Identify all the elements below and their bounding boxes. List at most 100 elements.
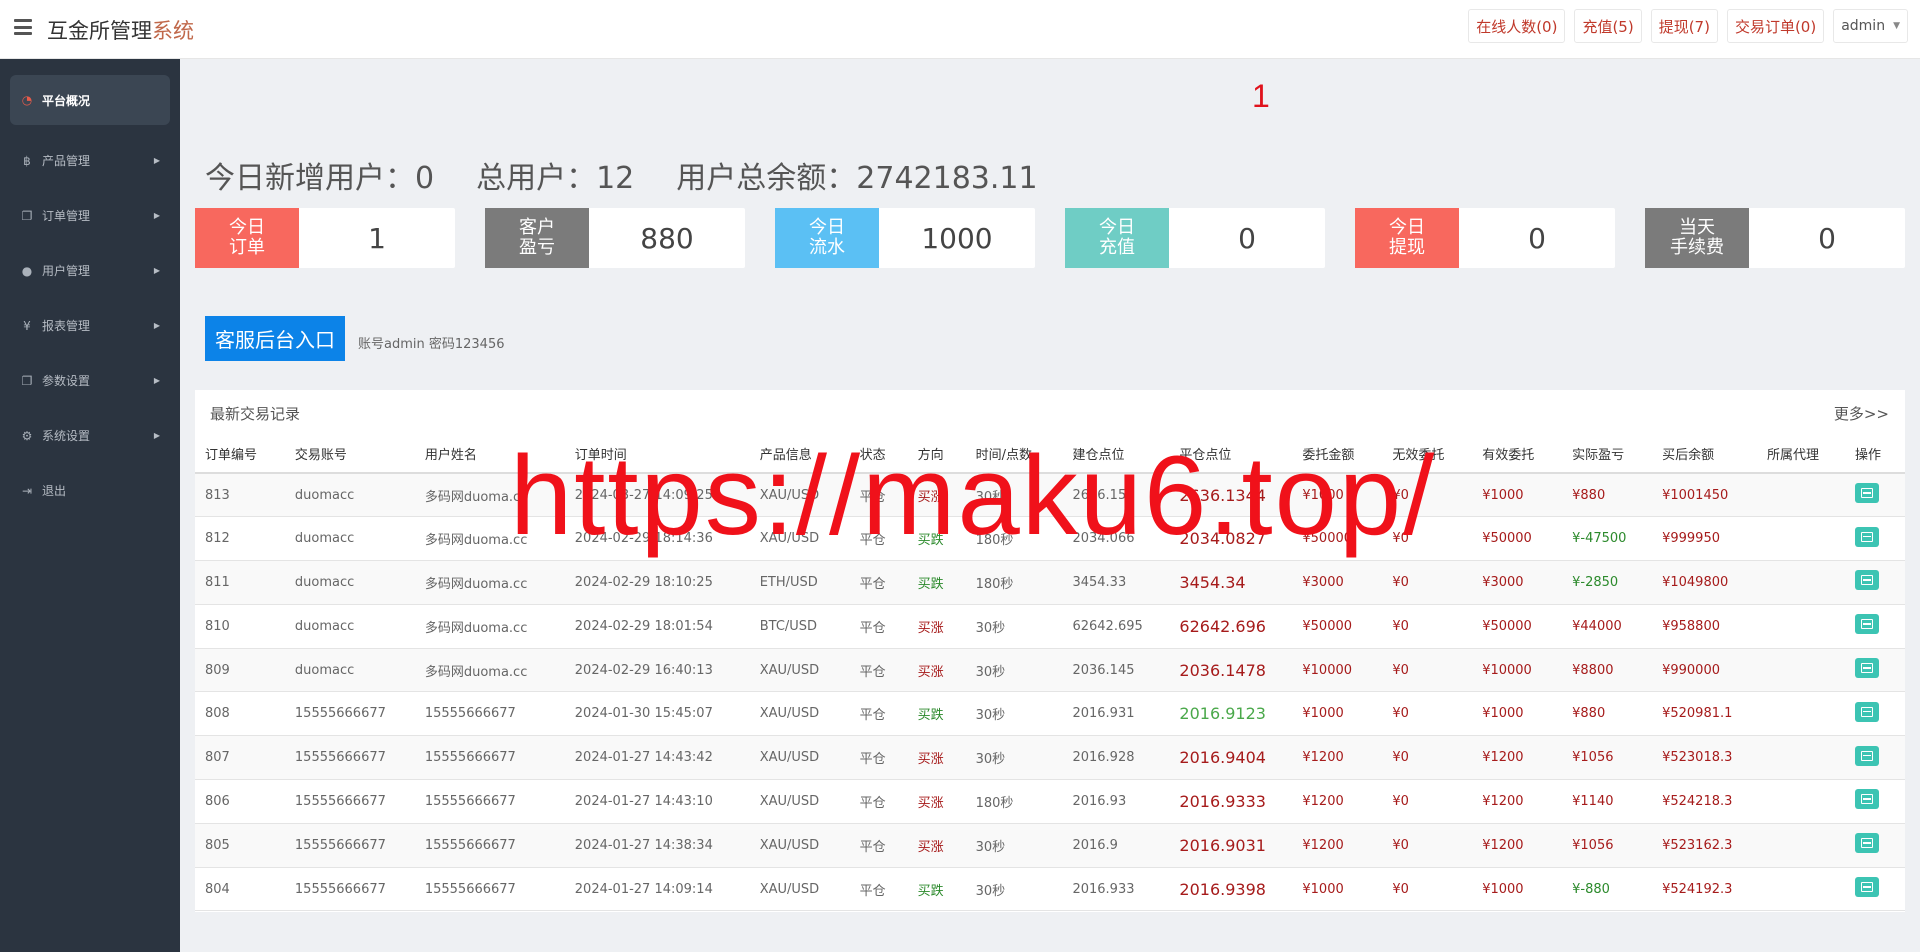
stat-card-fee: 当天 手续费 0: [1645, 208, 1905, 268]
table-cell: 812: [195, 516, 285, 562]
withdraw-button[interactable]: 提现(7): [1650, 9, 1718, 43]
view-detail-icon[interactable]: [1854, 614, 1879, 635]
panel-title: 最新交易记录: [210, 405, 301, 423]
table-cell: [1844, 691, 1905, 737]
table-cell: ¥0: [1382, 604, 1473, 649]
table-cell: duomacc: [284, 648, 415, 693]
bitcoin-icon: ฿: [23, 153, 31, 168]
view-detail-icon[interactable]: [1854, 833, 1879, 854]
sidebar-item-orders[interactable]: ❐ 订单管理 ▶: [0, 188, 180, 243]
table-cell: [1844, 473, 1905, 518]
user-icon: ●: [21, 263, 33, 278]
sidebar-item-products[interactable]: ฿ 产品管理 ▶: [0, 133, 180, 188]
view-detail-icon[interactable]: [1854, 701, 1879, 722]
trade-orders-button[interactable]: 交易订单(0): [1726, 9, 1825, 43]
column-header: 有效委托: [1472, 435, 1563, 474]
sidebar-item-system[interactable]: ⚙ 系统设置 ▶: [0, 408, 180, 463]
total-balance: 用户总余额：2742183.11: [676, 161, 1038, 196]
brand-main: 互金所管理: [47, 19, 152, 43]
table-cell: ¥10000: [1472, 648, 1563, 693]
table-cell: [1757, 779, 1845, 824]
table-cell: [1757, 823, 1845, 868]
table-cell: ¥524218.3: [1652, 779, 1758, 824]
table-cell: [1757, 560, 1845, 605]
table-cell: ¥880: [1562, 473, 1653, 518]
table-cell: 买涨: [907, 735, 966, 781]
total-users: 总用户：12: [476, 161, 635, 196]
stat-value: 0: [1818, 221, 1836, 255]
stat-value: 1000: [921, 221, 993, 255]
table-cell: 平仓: [849, 560, 908, 605]
stat-label: 今日 流水: [775, 208, 879, 268]
menu-icon[interactable]: [14, 19, 32, 35]
sidebar-item-logout[interactable]: ⇥ 退出: [0, 463, 180, 518]
view-detail-icon[interactable]: [1854, 483, 1879, 504]
view-detail-icon[interactable]: [1854, 745, 1879, 766]
table-cell: ¥50000: [1472, 604, 1563, 649]
column-header: 实际盈亏: [1562, 435, 1653, 474]
table-cell: XAU/USD: [749, 691, 850, 737]
more-link[interactable]: 更多>>: [1834, 403, 1889, 424]
customer-service-button[interactable]: 客服后台入口: [205, 316, 345, 361]
table-cell: 3454.33: [1062, 560, 1170, 605]
table-cell: ¥1056: [1562, 823, 1653, 868]
table-cell: ¥1200: [1292, 735, 1383, 781]
table-cell: 2016.9: [1062, 823, 1170, 868]
view-detail-icon[interactable]: [1854, 877, 1879, 898]
table-cell: 30秒: [965, 735, 1063, 781]
table-row: 806 15555666677 15555666677 2024-01-27 14:4…: [195, 779, 1905, 824]
view-detail-icon[interactable]: [1854, 789, 1879, 810]
table-cell: ¥0: [1382, 867, 1473, 912]
view-detail-icon[interactable]: [1854, 658, 1879, 679]
view-detail-icon[interactable]: [1854, 570, 1879, 591]
table-cell: 810: [195, 604, 285, 649]
sidebar-item-label: 平台概况: [42, 93, 91, 108]
stat-value: 880: [640, 221, 694, 255]
table-cell: ¥999950: [1652, 516, 1758, 562]
dashboard-icon: ◔: [21, 93, 33, 107]
table-cell: 平仓: [849, 779, 908, 824]
stat-value: 0: [1238, 221, 1256, 255]
gears-icon: ⚙: [21, 428, 33, 443]
sidebar-item-users[interactable]: ● 用户管理 ▶: [0, 243, 180, 298]
watermark-number: 1: [1252, 78, 1270, 114]
table-cell: ¥1000: [1472, 473, 1563, 518]
table-cell: 平仓: [849, 735, 908, 781]
admin-menu-button[interactable]: admin ▼: [1833, 9, 1908, 43]
caret-right-icon: ▶: [153, 156, 160, 165]
table-cell: XAU/USD: [749, 823, 850, 868]
online-users-button[interactable]: 在线人数(0): [1468, 9, 1566, 43]
sidebar-item-params[interactable]: ❐ 参数设置 ▶: [0, 353, 180, 408]
stat-card-recharge: 今日 充值 0: [1065, 208, 1325, 268]
table-cell: ¥524192.3: [1652, 867, 1758, 912]
table-cell: XAU/USD: [749, 779, 850, 824]
table-cell: 平仓: [849, 604, 908, 649]
view-detail-icon[interactable]: [1854, 526, 1879, 547]
table-cell: [1844, 648, 1905, 693]
table-cell: 2036.145: [1062, 648, 1170, 693]
recharge-button[interactable]: 充值(5): [1574, 9, 1642, 43]
stat-card-turnover: 今日 流水 1000: [775, 208, 1035, 268]
stat-label: 今日 订单: [195, 208, 299, 268]
stat-label: 今日 充值: [1065, 208, 1169, 268]
table-cell: 30秒: [965, 867, 1063, 912]
table-cell: [1844, 867, 1905, 912]
stat-label: 当天 手续费: [1645, 208, 1749, 268]
sidebar-item-reports[interactable]: ¥ 报表管理 ▶: [0, 298, 180, 353]
sidebar-item-label: 参数设置: [42, 374, 91, 388]
table-cell: 买跌: [907, 691, 966, 737]
table-cell: [1757, 516, 1845, 562]
table-cell: 15555666677: [284, 691, 415, 737]
table-cell: 15555666677: [414, 735, 565, 781]
table-cell: 2016.931: [1062, 691, 1170, 737]
table-cell: ¥523018.3: [1652, 735, 1758, 781]
sidebar-item-dashboard[interactable]: ◔ 平台概况: [10, 75, 170, 125]
sidebar-item-label: 用户管理: [42, 264, 91, 278]
table-cell: ¥523162.3: [1652, 823, 1758, 868]
yen-icon: ¥: [23, 318, 31, 333]
caret-down-icon: ▼: [1893, 21, 1900, 31]
table-cell: ¥1200: [1472, 779, 1563, 824]
table-cell: 2016.933: [1062, 867, 1170, 912]
table-cell: 15555666677: [414, 823, 565, 868]
table-row: 805 15555666677 15555666677 2024-01-27 14:3…: [195, 823, 1905, 868]
